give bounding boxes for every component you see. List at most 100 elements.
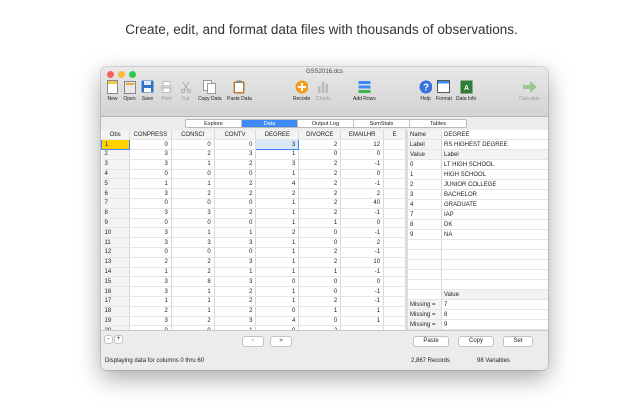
row-number[interactable]: 17	[101, 296, 130, 307]
table-cell[interactable]: 2	[214, 188, 257, 200]
missing-value[interactable]: 9	[442, 320, 548, 329]
value-code[interactable]: 3	[408, 190, 442, 199]
table-cell[interactable]: 1	[255, 149, 300, 160]
missing-value-row[interactable]: Missing = 7	[408, 300, 548, 310]
table-cell[interactable]: 1	[255, 208, 300, 219]
table-cell[interactable]: 0	[255, 306, 300, 317]
value-label-row[interactable]: 7 IAP	[408, 210, 548, 220]
recode-button[interactable]: Recode	[293, 79, 310, 102]
table-cell[interactable]: 3	[129, 188, 172, 200]
tab-data[interactable]: Data	[242, 120, 298, 127]
table-cell[interactable]: 12	[340, 139, 385, 151]
table-cell[interactable]: 3	[129, 159, 172, 170]
table-cell[interactable]: 0	[214, 218, 257, 229]
column-header[interactable]: CONPRESS	[129, 130, 172, 141]
value-code[interactable]: 4	[408, 200, 442, 209]
table-cell[interactable]: 2	[171, 316, 215, 327]
table-cell[interactable]	[383, 178, 406, 190]
value-code[interactable]: 9	[408, 230, 442, 239]
row-number[interactable]: 2	[101, 149, 130, 160]
charts-button[interactable]: Charts	[316, 79, 331, 102]
row-number[interactable]: 7	[101, 198, 130, 209]
table-cell[interactable]: 1	[298, 267, 342, 278]
table-cell[interactable]	[383, 139, 406, 151]
column-header[interactable]: DIVORCE	[298, 130, 342, 141]
table-cell[interactable]: 2	[214, 178, 257, 190]
paste-data-button[interactable]: Paste Data	[227, 79, 252, 102]
missing-value[interactable]: 7	[442, 300, 548, 309]
table-cell[interactable]	[383, 149, 406, 160]
add-rows-button[interactable]: Add Rows	[353, 79, 376, 102]
value-code[interactable]: 7	[408, 210, 442, 219]
column-header[interactable]: EMAILHR	[340, 130, 385, 141]
value-label[interactable]: JUNIOR COLLEGE	[442, 180, 548, 189]
paste-button[interactable]: Paste	[413, 336, 449, 347]
table-cell[interactable]: 2	[214, 208, 257, 219]
table-cell[interactable]: 3	[255, 159, 300, 170]
table-cell[interactable]: 1	[171, 286, 215, 298]
table-cell[interactable]: 3	[214, 276, 257, 288]
format-button[interactable]: Format	[436, 79, 452, 102]
copy-data-button[interactable]: Copy Data	[198, 79, 222, 102]
row-number[interactable]: 6	[101, 188, 130, 200]
value-label[interactable]: NA	[442, 230, 548, 239]
value-label[interactable]: BACHELOR	[442, 190, 548, 199]
table-cell[interactable]: 0	[171, 139, 215, 151]
table-cell[interactable]: 1	[214, 267, 257, 278]
table-cell[interactable]: 0	[171, 169, 215, 180]
row-number[interactable]: 16	[101, 286, 130, 298]
table-cell[interactable]	[383, 267, 406, 278]
table-cell[interactable]	[383, 237, 406, 249]
table-cell[interactable]: 1	[171, 178, 215, 190]
column-header[interactable]: DEGREE	[255, 130, 300, 141]
table-cell[interactable]: 3	[129, 149, 172, 160]
table-cell[interactable]	[383, 306, 406, 317]
row-number[interactable]: 1	[101, 139, 130, 151]
table-cell[interactable]: 0	[298, 149, 342, 160]
table-cell[interactable]	[383, 227, 406, 239]
table-cell[interactable]: 0	[171, 198, 215, 209]
table-cell[interactable]: 1	[214, 227, 257, 239]
tab-sumstats[interactable]: SumStats	[354, 120, 410, 127]
table-cell[interactable]: 1	[255, 247, 300, 258]
table-cell[interactable]: 1	[255, 218, 300, 229]
table-cell[interactable]: 1	[171, 306, 215, 317]
table-cell[interactable]: 0	[129, 198, 172, 209]
table-cell[interactable]: 1	[255, 237, 300, 249]
table-cell[interactable]: 0	[340, 276, 385, 288]
table-cell[interactable]: -1	[340, 227, 385, 239]
help-button[interactable]: ? Help	[419, 79, 432, 102]
table-cell[interactable]: 10	[340, 257, 385, 268]
table-cell[interactable]: 2	[298, 257, 342, 268]
table-cell[interactable]: 0	[340, 169, 385, 180]
value-code[interactable]: 1	[408, 170, 442, 179]
row-number[interactable]: 13	[101, 257, 130, 268]
row-number[interactable]: 3	[101, 159, 130, 170]
table-cell[interactable]: 2	[340, 237, 385, 249]
table-cell[interactable]: 3	[214, 149, 257, 160]
table-cell[interactable]: 2	[214, 296, 257, 307]
table-cell[interactable]: -1	[340, 247, 385, 258]
table-cell[interactable]: -1	[340, 178, 385, 190]
prev-page-button[interactable]: <	[242, 336, 264, 347]
table-cell[interactable]: 2	[298, 169, 342, 180]
add-button[interactable]: +	[114, 335, 123, 344]
table-cell[interactable]: 2	[214, 159, 257, 170]
table-cell[interactable]: 1	[340, 316, 385, 327]
data-grid[interactable]: Obs CONPRESS CONSCI CONTV DEGREE DIVORCE EMAIL…	[101, 130, 406, 330]
table-cell[interactable]: 3	[214, 257, 257, 268]
table-cell[interactable]: 0	[298, 316, 342, 327]
table-cell[interactable]: 2	[171, 257, 215, 268]
value-label-row[interactable]: 2 JUNIOR COLLEGE	[408, 180, 548, 190]
row-number[interactable]: 14	[101, 267, 130, 278]
table-cell[interactable]: 2	[298, 178, 342, 190]
table-cell[interactable]: -1	[340, 267, 385, 278]
table-cell[interactable]: -1	[340, 286, 385, 298]
new-button[interactable]: New	[106, 79, 119, 102]
table-cell[interactable]: 0	[340, 149, 385, 160]
row-number[interactable]: 10	[101, 227, 130, 239]
table-cell[interactable]	[383, 159, 406, 170]
table-cell[interactable]: 2	[129, 257, 172, 268]
column-header[interactable]: CONTV	[214, 130, 257, 141]
value-code[interactable]: 8	[408, 220, 442, 229]
